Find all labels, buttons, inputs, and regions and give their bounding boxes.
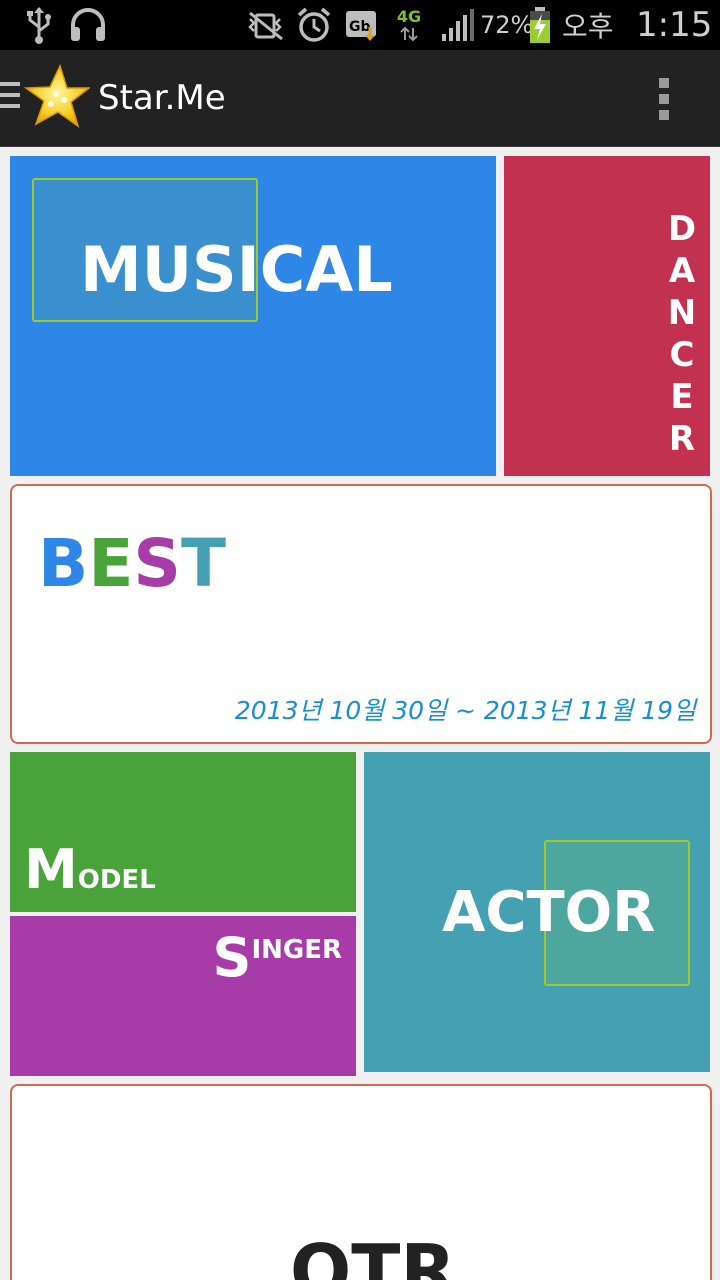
best-letter: E xyxy=(88,525,134,602)
dancer-letter: R xyxy=(668,419,696,459)
tile-grid: MUSICAL D A N C E R BEST 2013년 10월 30일 ~… xyxy=(0,147,720,1280)
dancer-letter: C xyxy=(669,335,695,375)
singer-initial: S xyxy=(212,926,252,989)
dancer-letter: D xyxy=(667,209,697,249)
network-label: 4G xyxy=(396,7,422,26)
tile-best[interactable]: BEST 2013년 10월 30일 ~ 2013년 11월 19일 xyxy=(10,484,712,744)
tile-actor[interactable]: ACTOR xyxy=(364,752,710,1072)
star-logo[interactable] xyxy=(23,63,92,130)
dancer-label: D A N C E R xyxy=(664,208,700,460)
otr-label: OTR xyxy=(290,1229,456,1280)
svg-text:Gb: Gb xyxy=(349,19,371,35)
battery-charging-icon xyxy=(528,0,552,50)
model-rest: ODEL xyxy=(77,865,156,895)
hamburger-icon[interactable] xyxy=(0,82,22,114)
best-label: BEST xyxy=(38,524,226,604)
status-bar: Gb 4G 72% 오후 1:15 xyxy=(0,0,720,50)
no-vibrate-icon xyxy=(246,0,286,50)
app-title: Star.Me xyxy=(98,78,226,118)
model-initial: M xyxy=(24,838,78,901)
tile-dancer[interactable]: D A N C E R xyxy=(504,156,710,476)
signal-icon xyxy=(438,0,476,50)
network-4g-icon: 4G xyxy=(394,0,424,50)
overflow-menu-icon[interactable] xyxy=(656,78,672,120)
tile-model[interactable]: MODEL xyxy=(10,752,356,912)
app-bar: Star.Me xyxy=(0,50,720,147)
alarm-icon xyxy=(296,0,332,50)
singer-rest: INGER xyxy=(251,935,342,965)
singer-label: SINGER xyxy=(213,928,342,1001)
dancer-letter: N xyxy=(667,293,697,333)
best-letter: B xyxy=(38,525,89,602)
best-date-range: 2013년 10월 30일 ~ 2013년 11월 19일 xyxy=(234,696,696,725)
clock: 1:15 xyxy=(636,5,713,45)
time-ampm: 오후 xyxy=(562,10,614,43)
best-letter: T xyxy=(180,525,226,602)
tile-singer[interactable]: SINGER xyxy=(10,916,356,1076)
headphones-icon xyxy=(68,0,108,50)
tile-musical[interactable]: MUSICAL xyxy=(10,156,496,476)
model-label: MODEL xyxy=(24,840,156,912)
dancer-letter: E xyxy=(670,377,694,417)
battery-percent: 72% xyxy=(480,11,534,39)
actor-label: ACTOR xyxy=(442,880,656,945)
download-icon: Gb xyxy=(344,0,382,50)
best-letter: S xyxy=(133,525,181,602)
usb-icon xyxy=(24,0,54,50)
dancer-letter: A xyxy=(668,251,696,291)
tile-otr[interactable]: OTR xyxy=(10,1084,712,1280)
musical-label: MUSICAL xyxy=(80,233,393,306)
